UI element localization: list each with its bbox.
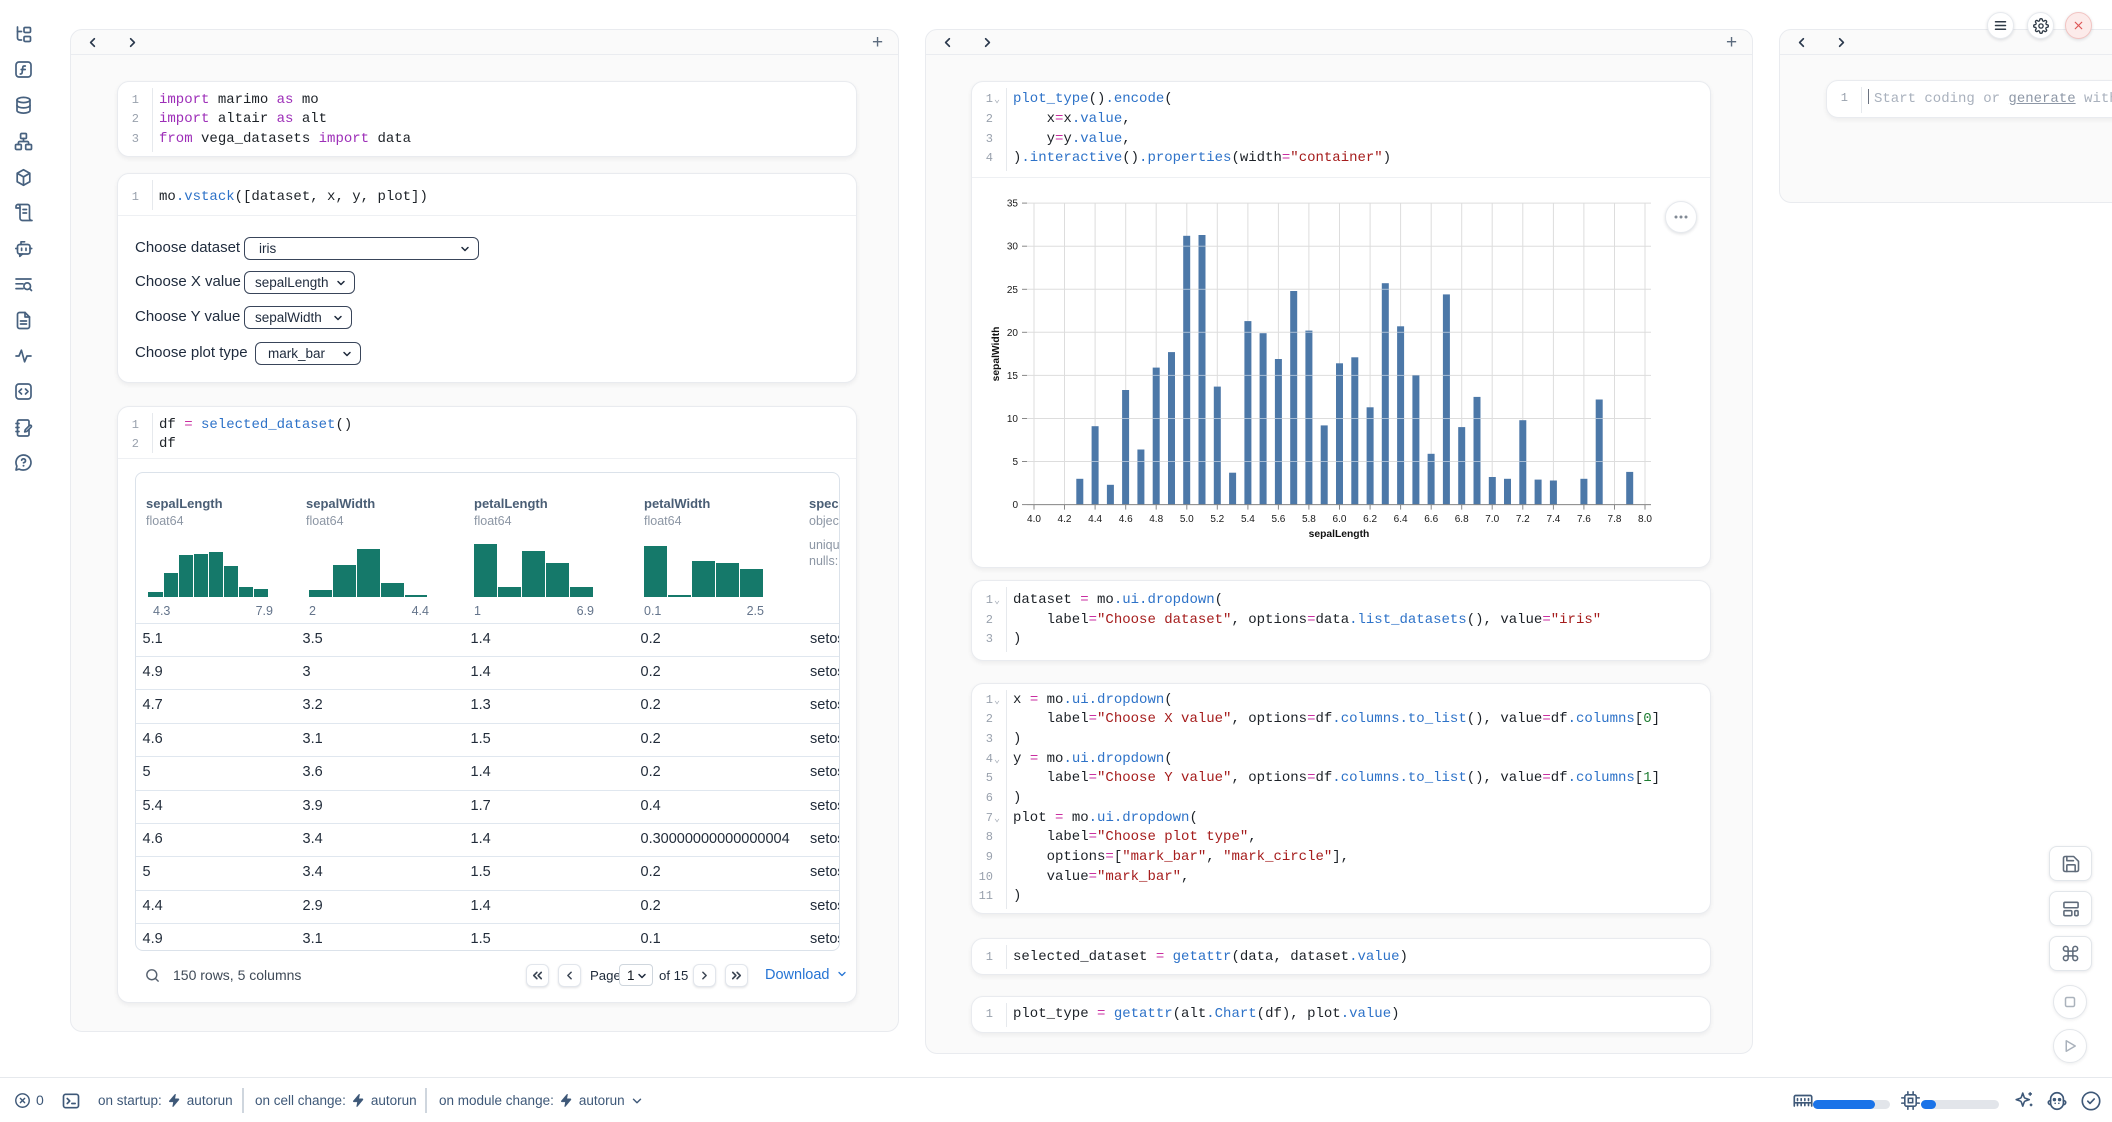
svg-text:4.2: 4.2 xyxy=(1058,514,1072,525)
svg-text:0: 0 xyxy=(1012,500,1018,511)
svg-text:4.6: 4.6 xyxy=(1119,514,1133,525)
svg-text:5.2: 5.2 xyxy=(1210,514,1224,525)
svg-text:35: 35 xyxy=(1007,199,1019,210)
svg-text:5.0: 5.0 xyxy=(1180,514,1194,525)
svg-text:8.0: 8.0 xyxy=(1638,514,1652,525)
svg-text:5.8: 5.8 xyxy=(1302,514,1316,525)
svg-text:6.0: 6.0 xyxy=(1333,514,1347,525)
svg-text:6.8: 6.8 xyxy=(1455,514,1469,525)
svg-text:5.6: 5.6 xyxy=(1271,514,1285,525)
svg-text:6.6: 6.6 xyxy=(1424,514,1438,525)
svg-text:sepalLength: sepalLength xyxy=(1309,529,1370,540)
svg-text:30: 30 xyxy=(1007,242,1019,253)
svg-text:7.4: 7.4 xyxy=(1546,514,1560,525)
svg-text:20: 20 xyxy=(1007,328,1019,339)
svg-text:7.8: 7.8 xyxy=(1608,514,1622,525)
svg-text:4.4: 4.4 xyxy=(1088,514,1102,525)
svg-text:25: 25 xyxy=(1007,285,1019,296)
svg-text:6.4: 6.4 xyxy=(1394,514,1408,525)
svg-text:6.2: 6.2 xyxy=(1363,514,1377,525)
svg-text:7.6: 7.6 xyxy=(1577,514,1591,525)
svg-text:15: 15 xyxy=(1007,371,1019,382)
svg-text:sepalWidth: sepalWidth xyxy=(991,327,1002,382)
svg-text:4.0: 4.0 xyxy=(1027,514,1041,525)
svg-text:5: 5 xyxy=(1012,457,1018,468)
svg-text:7.0: 7.0 xyxy=(1485,514,1499,525)
svg-text:10: 10 xyxy=(1007,414,1019,425)
svg-text:5.4: 5.4 xyxy=(1241,514,1255,525)
svg-text:4.8: 4.8 xyxy=(1149,514,1163,525)
svg-text:7.2: 7.2 xyxy=(1516,514,1530,525)
